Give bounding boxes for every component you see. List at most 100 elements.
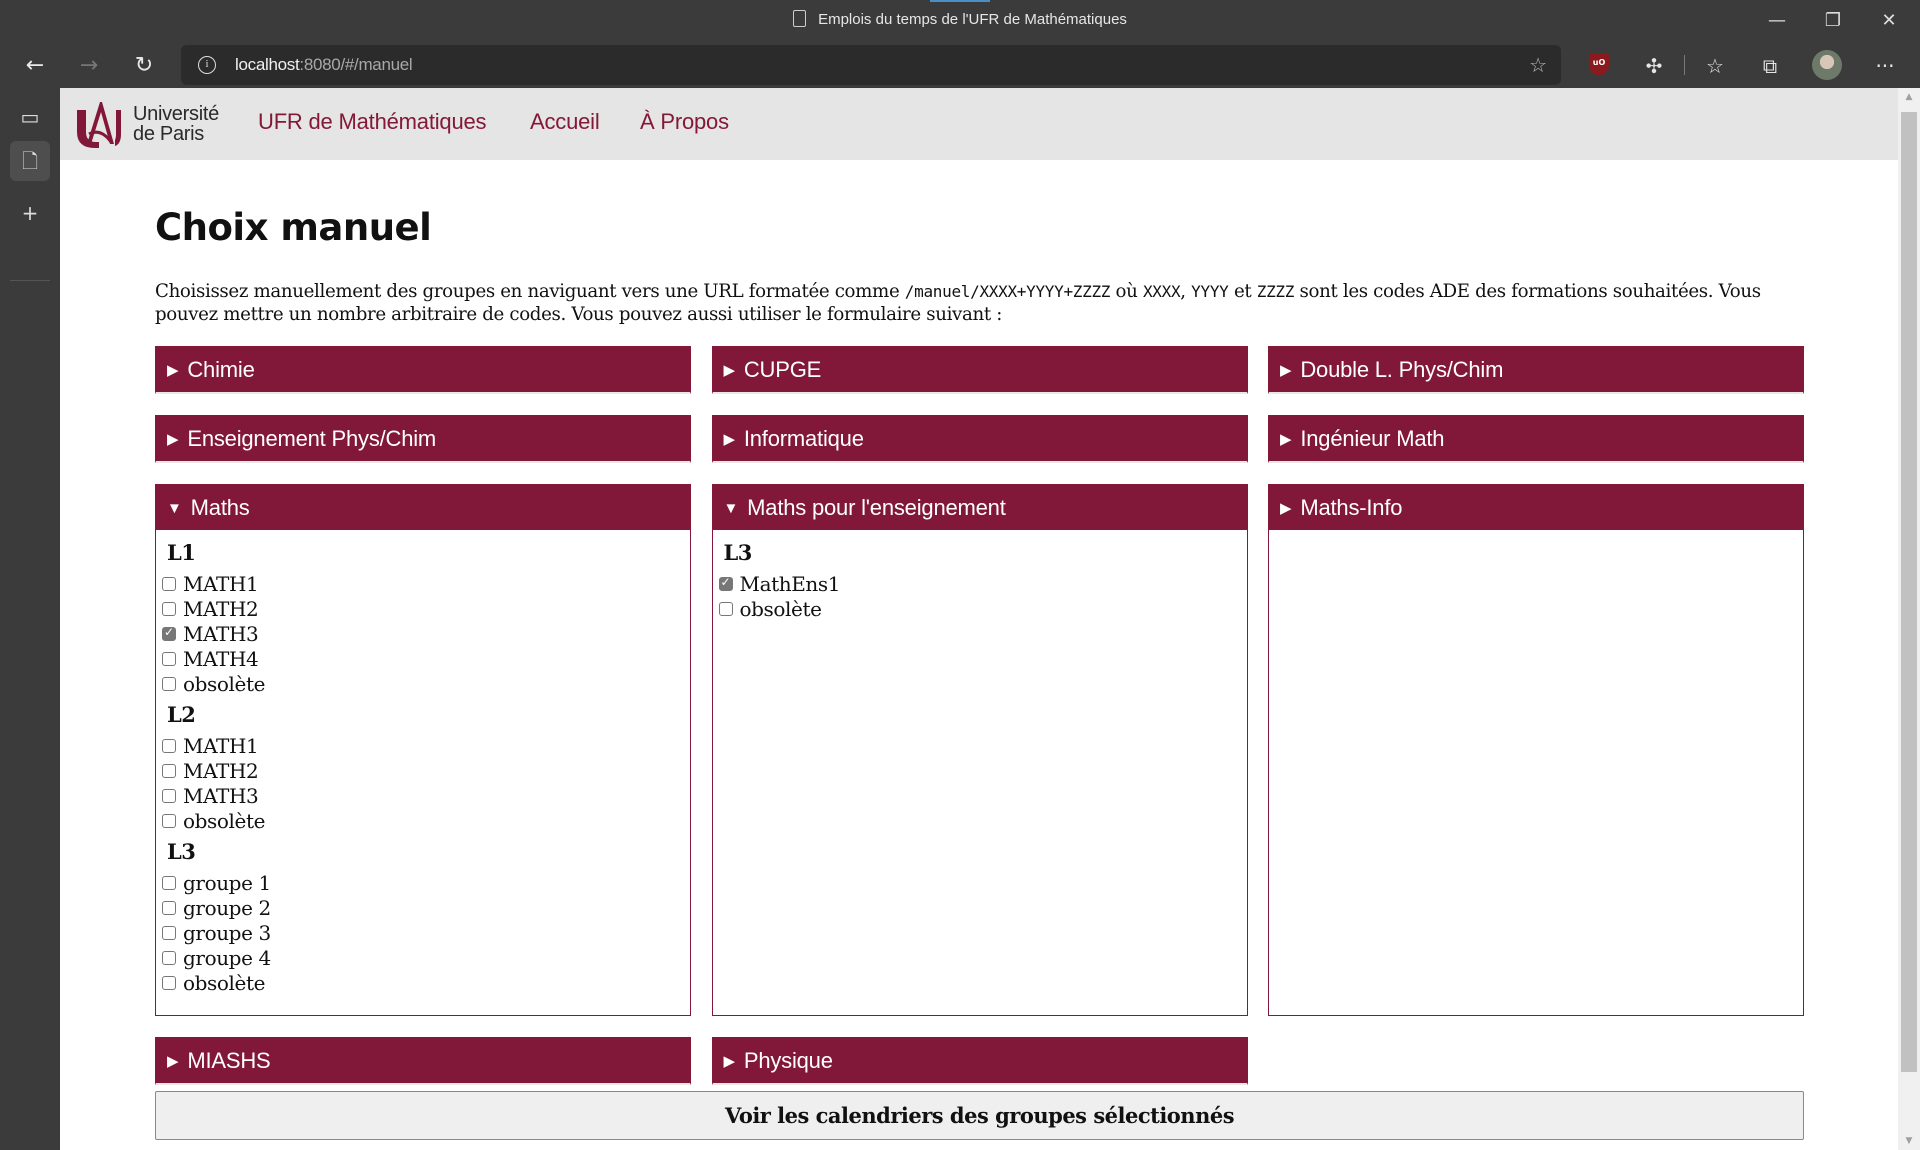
group-option[interactable]: MathEns1 bbox=[718, 571, 1247, 596]
collections-icon[interactable]: ⧉ bbox=[1754, 50, 1786, 82]
formation-enseignement-phys-chim: ▶ Enseignement Phys/Chim bbox=[155, 415, 691, 463]
forward-button[interactable]: → bbox=[71, 48, 107, 84]
checkbox-checked[interactable] bbox=[162, 625, 176, 641]
checkbox-unchecked[interactable] bbox=[162, 651, 176, 666]
triangle-right-icon: ▶ bbox=[167, 1053, 179, 1070]
group-option-label: groupe 3 bbox=[183, 920, 271, 945]
formations-grid: ▶ Chimie ▶ CUPGE ▶ Double L. Phys/Chim ▶ Enseig… bbox=[155, 346, 1804, 1085]
triangle-right-icon: ▶ bbox=[723, 362, 736, 379]
tab-panel-icon[interactable]: ▭ bbox=[10, 97, 50, 137]
nav-link-accueil[interactable]: Accueil bbox=[530, 109, 600, 135]
formation-toggle[interactable]: ▼ Maths pour l'enseignement bbox=[712, 485, 1247, 530]
page-scrollbar[interactable]: ▲ ▼ bbox=[1898, 88, 1920, 1150]
group-option-label: MATH3 bbox=[183, 621, 259, 646]
group-option[interactable]: MATH2 bbox=[162, 596, 690, 621]
formation-name: Ingénieur Math bbox=[1300, 426, 1445, 451]
info-icon[interactable]: i bbox=[198, 56, 216, 74]
formation-toggle[interactable]: ▶ Chimie bbox=[156, 347, 690, 392]
formation-toggle[interactable]: ▶ Double L. Phys/Chim bbox=[1269, 347, 1803, 392]
site-header: Université de Paris UFR de Mathématiques … bbox=[60, 88, 1898, 160]
toolbar-separator bbox=[1684, 55, 1685, 75]
nav-link-a-propos[interactable]: À Propos bbox=[640, 109, 729, 135]
group-option[interactable]: MATH1 bbox=[162, 733, 690, 758]
group-option[interactable]: obsolète bbox=[718, 596, 1247, 621]
tab-page-icon[interactable]: 🗋 bbox=[10, 141, 50, 181]
checkbox-unchecked[interactable] bbox=[162, 738, 176, 753]
formation-toggle[interactable]: ▶ Physique bbox=[712, 1038, 1247, 1083]
group-option-label: MATH1 bbox=[183, 571, 259, 596]
level-heading: L3 bbox=[167, 839, 196, 864]
view-calendars-button[interactable]: Voir les calendriers des groupes sélecti… bbox=[155, 1091, 1804, 1140]
group-option[interactable]: MATH1 bbox=[162, 571, 690, 596]
back-button[interactable]: ← bbox=[17, 48, 53, 84]
group-option-label: MATH4 bbox=[183, 646, 259, 671]
checkbox-unchecked[interactable] bbox=[162, 813, 176, 828]
scrollbar-thumb[interactable] bbox=[1901, 112, 1917, 1072]
page-viewport: Université de Paris UFR de Mathématiques … bbox=[60, 88, 1898, 1150]
new-tab-icon[interactable]: + bbox=[10, 193, 50, 233]
star-list-icon[interactable]: ☆ bbox=[1699, 50, 1731, 82]
formation-double-l-phys-chim: ▶ Double L. Phys/Chim bbox=[1268, 346, 1804, 394]
checkbox-unchecked[interactable] bbox=[162, 975, 176, 990]
group-option[interactable]: groupe 2 bbox=[162, 895, 690, 920]
triangle-down-icon: ▼ bbox=[167, 500, 182, 517]
formation-toggle[interactable]: ▶ Maths-Info bbox=[1269, 485, 1803, 530]
checkbox-unchecked[interactable] bbox=[718, 601, 733, 616]
checkbox-unchecked[interactable] bbox=[162, 950, 176, 965]
ublock-origin-icon[interactable]: uO bbox=[1589, 53, 1609, 75]
checkbox-unchecked[interactable] bbox=[162, 576, 176, 591]
formation-name: Maths pour l'enseignement bbox=[747, 495, 1006, 520]
formation-toggle[interactable]: ▼ Maths bbox=[156, 485, 690, 530]
checkbox-unchecked[interactable] bbox=[162, 601, 176, 616]
group-option-label: MATH2 bbox=[183, 596, 259, 621]
scroll-up-arrow-icon[interactable]: ▲ bbox=[1898, 92, 1920, 102]
formation-name: MIASHS bbox=[187, 1048, 271, 1073]
scroll-down-arrow-icon[interactable]: ▼ bbox=[1898, 1136, 1920, 1146]
formation-chimie: ▶ Chimie bbox=[155, 346, 691, 394]
group-option[interactable]: groupe 3 bbox=[162, 920, 690, 945]
group-option[interactable]: MATH4 bbox=[162, 646, 690, 671]
formation-cupge: ▶ CUPGE bbox=[711, 346, 1248, 394]
group-option-label: obsolète bbox=[739, 596, 822, 621]
formation-toggle[interactable]: ▶ Enseignement Phys/Chim bbox=[156, 416, 690, 461]
checkbox-unchecked[interactable] bbox=[162, 763, 176, 778]
url-text[interactable]: localhost:8080/#/manuel bbox=[235, 55, 413, 75]
minimize-button[interactable]: — bbox=[1754, 6, 1800, 36]
puzzle-icon[interactable]: ✣ bbox=[1638, 50, 1670, 82]
close-window-button[interactable]: ✕ bbox=[1866, 6, 1912, 36]
formation-maths-info: ▶ Maths-Info bbox=[1268, 484, 1804, 1016]
group-option[interactable]: MATH3 bbox=[162, 783, 690, 808]
nav-link-ufr[interactable]: UFR de Mathématiques bbox=[258, 109, 487, 135]
formation-informatique: ▶ Informatique bbox=[711, 415, 1248, 463]
group-option[interactable]: groupe 1 bbox=[162, 870, 690, 895]
triangle-right-icon: ▶ bbox=[167, 362, 179, 379]
vertical-tabs-sidebar: ▭ 🗋 + bbox=[0, 88, 60, 1150]
refresh-button[interactable]: ↻ bbox=[126, 48, 162, 84]
more-icon[interactable]: ··· bbox=[1869, 50, 1901, 82]
formation-name: CUPGE bbox=[743, 357, 822, 382]
group-option[interactable]: obsolète bbox=[162, 808, 690, 833]
formation-name: Informatique bbox=[743, 426, 864, 451]
star-plus-icon[interactable]: ☆ bbox=[1529, 53, 1547, 77]
restore-button[interactable]: ❐ bbox=[1810, 6, 1856, 36]
arrow-left-icon: ← bbox=[25, 53, 45, 78]
checkbox-unchecked[interactable] bbox=[162, 925, 176, 940]
formation-toggle[interactable]: ▶ MIASHS bbox=[156, 1038, 690, 1083]
formation-toggle[interactable]: ▶ CUPGE bbox=[712, 347, 1247, 392]
group-option[interactable]: groupe 4 bbox=[162, 945, 690, 970]
group-option[interactable]: obsolète bbox=[162, 970, 690, 995]
window-title-text: Emplois du temps de l'UFR de Mathématiqu… bbox=[818, 11, 1127, 28]
formation-toggle[interactable]: ▶ Informatique bbox=[712, 416, 1247, 461]
group-option[interactable]: MATH2 bbox=[162, 758, 690, 783]
checkbox-unchecked[interactable] bbox=[162, 676, 176, 691]
checkbox-unchecked[interactable] bbox=[162, 788, 176, 803]
checkbox-unchecked[interactable] bbox=[162, 900, 176, 915]
group-option[interactable]: obsolète bbox=[162, 671, 690, 696]
universite-de-paris-logo[interactable]: Université de Paris bbox=[74, 100, 234, 150]
checkbox-unchecked[interactable] bbox=[162, 875, 176, 890]
address-bar[interactable]: i localhost:8080/#/manuel ☆ bbox=[181, 45, 1561, 85]
formation-toggle[interactable]: ▶ Ingénieur Math bbox=[1269, 416, 1803, 461]
group-option[interactable]: MATH3 bbox=[162, 621, 690, 646]
profile-avatar[interactable] bbox=[1812, 50, 1842, 80]
checkbox-checked[interactable] bbox=[718, 575, 733, 591]
